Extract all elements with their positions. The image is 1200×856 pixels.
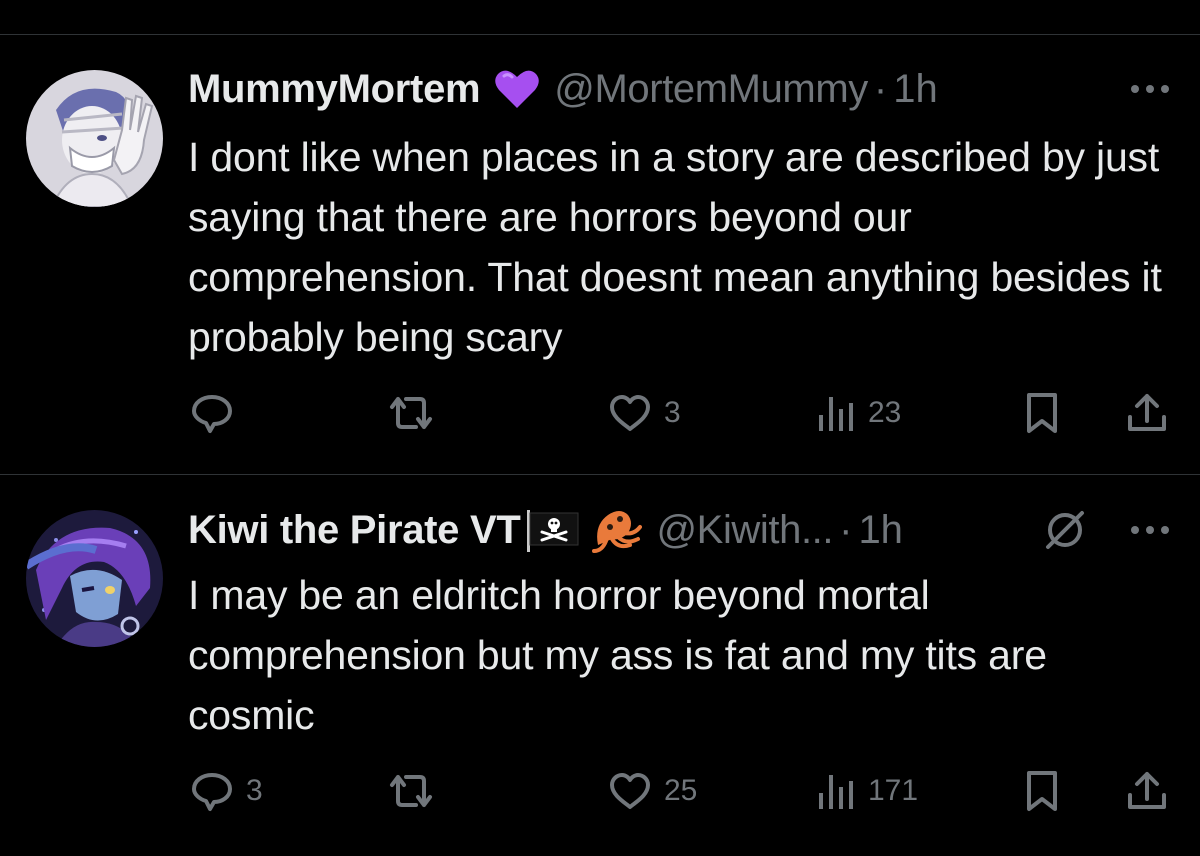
- share-icon: [1126, 769, 1168, 813]
- tweet-text: I may be an eldritch horror beyond morta…: [188, 572, 1047, 738]
- view-count: 23: [868, 396, 902, 429]
- avatar[interactable]: [26, 70, 163, 207]
- share-button[interactable]: [1126, 766, 1168, 816]
- like-button[interactable]: 25: [608, 766, 697, 816]
- more-icon[interactable]: [1130, 64, 1170, 114]
- reply-count: 3: [246, 774, 263, 807]
- tweet-header: Kiwi the Pirate VT @Kiwith... · 1h: [188, 505, 1170, 555]
- reply-icon: [190, 769, 234, 813]
- tweet-text: I dont like when places in a story are d…: [188, 134, 1162, 360]
- tweet[interactable]: MummyMortem @MortemMummy · 1h I dont lik…: [0, 34, 1200, 474]
- bookmark-icon: [1024, 769, 1060, 813]
- handle[interactable]: @Kiwith...: [656, 505, 833, 555]
- retweet-icon: [386, 771, 436, 811]
- views-chart-icon: [816, 393, 856, 433]
- squid-icon: [590, 505, 643, 555]
- display-name[interactable]: Kiwi the Pirate VT: [188, 505, 521, 555]
- bookmark-icon: [1024, 391, 1060, 435]
- timestamp[interactable]: 1h: [858, 505, 903, 555]
- tweet[interactable]: Kiwi the Pirate VT @Kiwith... · 1h I may…: [0, 475, 1200, 856]
- share-button[interactable]: [1126, 388, 1168, 438]
- pirate-flag-icon: [524, 508, 580, 552]
- reply-button[interactable]: 3: [190, 766, 263, 816]
- avatar[interactable]: [26, 510, 163, 647]
- view-count: 171: [868, 774, 919, 807]
- heart-icon: [608, 771, 652, 811]
- handle[interactable]: @MortemMummy: [554, 64, 868, 114]
- views-button[interactable]: 171: [816, 766, 918, 816]
- like-count: 25: [664, 774, 698, 807]
- like-button[interactable]: 3: [608, 388, 681, 438]
- action-bar: 3 23: [0, 388, 1200, 438]
- grok-slash-icon[interactable]: [1042, 505, 1088, 555]
- bookmark-button[interactable]: [1024, 766, 1060, 816]
- action-bar: 3 25 171: [0, 766, 1200, 816]
- reply-button[interactable]: [190, 388, 246, 438]
- views-button[interactable]: 23: [816, 388, 901, 438]
- retweet-button[interactable]: [386, 388, 448, 438]
- timestamp[interactable]: 1h: [893, 64, 938, 114]
- heart-icon: [608, 393, 652, 433]
- reply-icon: [190, 391, 234, 435]
- display-name[interactable]: MummyMortem: [188, 64, 481, 114]
- share-icon: [1126, 391, 1168, 435]
- separator-dot: ·: [873, 67, 888, 111]
- tweet-header: MummyMortem @MortemMummy · 1h: [188, 64, 1170, 114]
- separator-dot: ·: [839, 508, 853, 552]
- retweet-button[interactable]: [386, 766, 448, 816]
- views-chart-icon: [816, 771, 856, 811]
- more-icon[interactable]: [1130, 505, 1170, 555]
- retweet-icon: [386, 393, 436, 433]
- like-count: 3: [664, 396, 681, 429]
- bookmark-button[interactable]: [1024, 388, 1060, 438]
- purple-heart-icon: [494, 68, 540, 110]
